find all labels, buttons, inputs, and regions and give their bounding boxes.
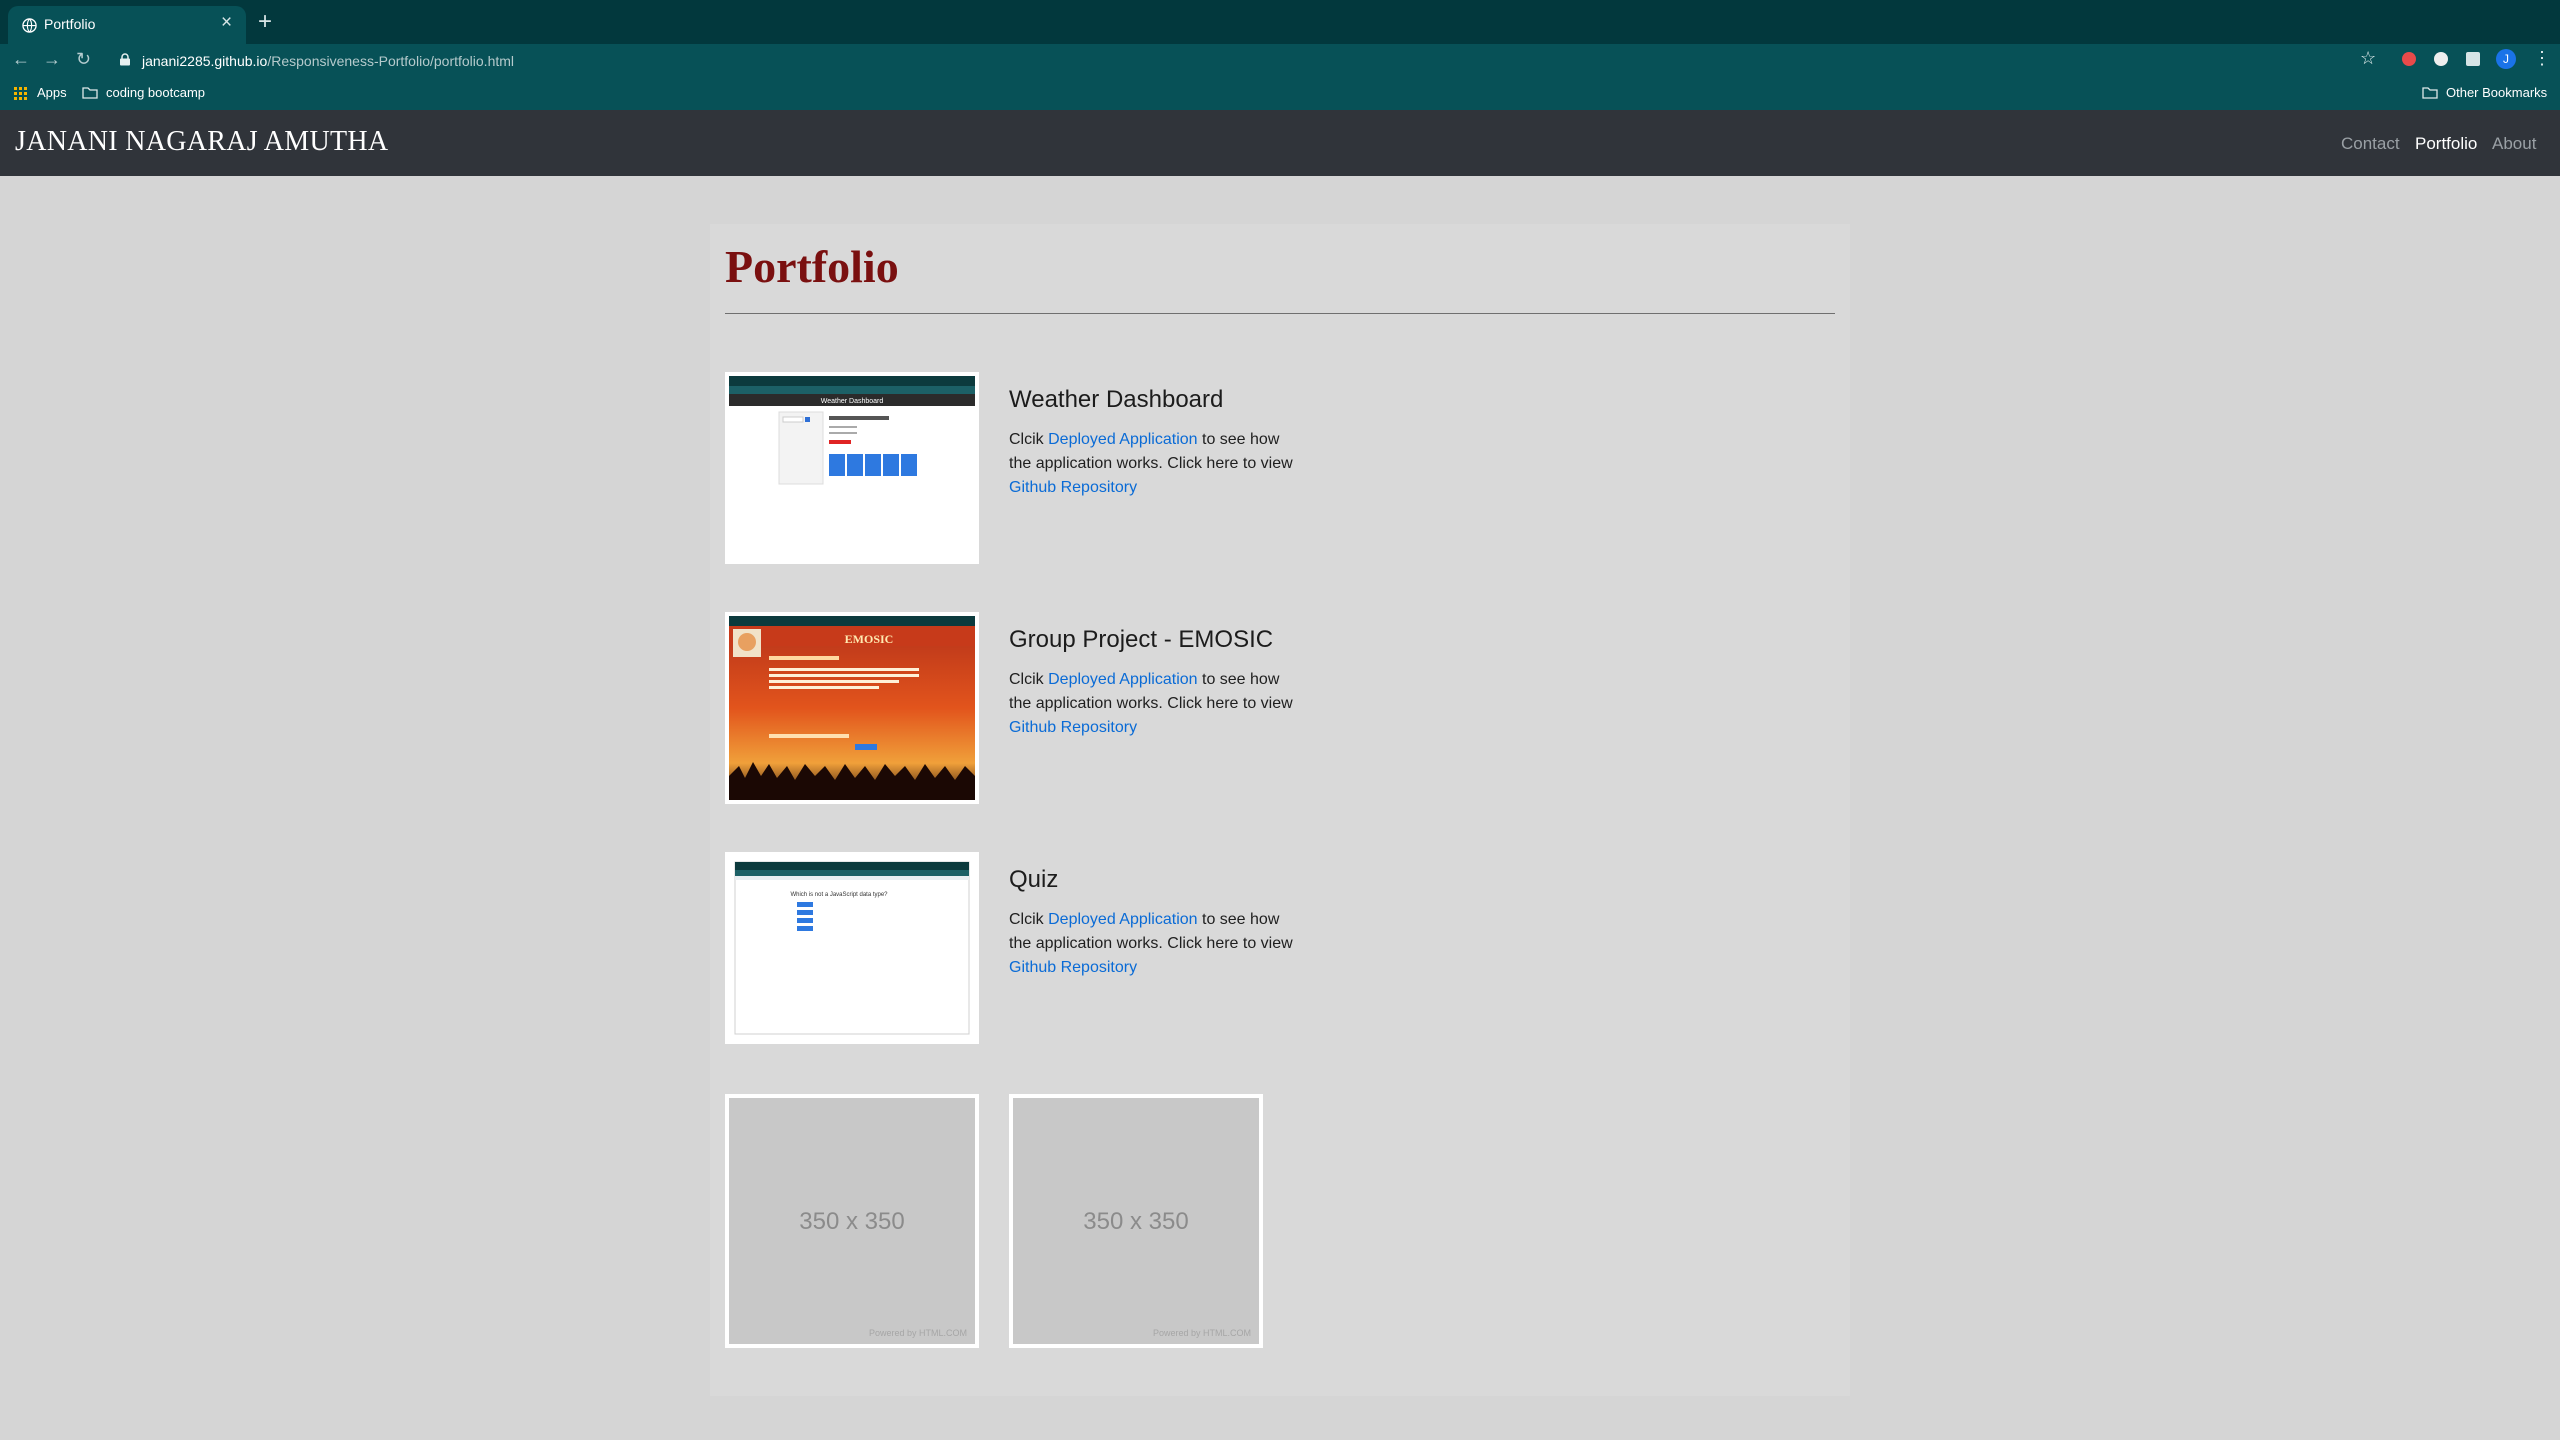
bookmark-apps[interactable]: Apps xyxy=(37,85,67,100)
emosic-screenshot: EMOSIC xyxy=(729,616,975,800)
browser-toolbar: ← → ↻ janani2285.github.io/Responsivenes… xyxy=(0,44,2560,76)
quiz-screenshot: Which is not a JavaScript data type? xyxy=(729,856,975,1040)
address-bar[interactable]: janani2285.github.io/Responsiveness-Port… xyxy=(112,47,2362,73)
bookmark-coding-bootcamp[interactable]: coding bootcamp xyxy=(106,85,205,100)
back-arrow-icon[interactable]: ← xyxy=(12,49,30,69)
bookmark-other[interactable]: Other Bookmarks xyxy=(2446,85,2547,100)
puzzle-icon[interactable] xyxy=(2466,52,2480,66)
deployed-application-link[interactable]: Deployed Application xyxy=(1048,671,1197,688)
desc-text: Clcik xyxy=(1009,911,1049,928)
close-tab-icon[interactable]: × xyxy=(221,13,232,32)
project-card: Weather Dashboard Weather Dashboard Clci… xyxy=(725,372,1325,564)
github-repository-link[interactable]: Github Repository xyxy=(1009,959,1137,976)
portfolio-container: Portfolio Weather Dashboard Weather Dash… xyxy=(710,224,1850,1396)
github-repository-link[interactable]: Github Repository xyxy=(1009,479,1137,496)
site-navbar: JANANI NAGARAJ AMUTHA Contact Portfolio … xyxy=(0,110,2560,176)
project-title: Quiz xyxy=(1009,866,1059,893)
thumb-heading: EMOSIC xyxy=(845,632,894,646)
browser-tab[interactable]: Portfolio × xyxy=(8,6,246,44)
browser-tab-strip: Portfolio × + xyxy=(0,0,2560,44)
placeholder-label: 350 x 350 xyxy=(799,1208,905,1235)
bookmarks-bar: Apps coding bootcamp Other Bookmarks xyxy=(0,76,2560,110)
deployed-application-link[interactable]: Deployed Application xyxy=(1048,431,1197,448)
project-card: Which is not a JavaScript data type? Qui… xyxy=(725,852,1325,1044)
site-brand[interactable]: JANANI NAGARAJ AMUTHA xyxy=(15,126,388,158)
extension-icon[interactable] xyxy=(2434,52,2448,66)
profile-avatar[interactable]: J xyxy=(2496,49,2516,69)
project-description: Clcik Deployed Application to see how th… xyxy=(1009,668,1299,740)
bookmark-star-icon[interactable]: ☆ xyxy=(2360,48,2376,68)
url-text: janani2285.github.io/Responsiveness-Port… xyxy=(142,53,514,69)
project-title: Group Project - EMOSIC xyxy=(1009,626,1274,653)
placeholder-footer: Powered by HTML.COM xyxy=(868,1328,967,1338)
project-card: EMOSIC Group Project - EMOSIC Clcik Depl… xyxy=(725,612,1325,804)
nav-link-contact[interactable]: Contact xyxy=(2341,134,2400,154)
url-path: /Responsiveness-Portfolio/portfolio.html xyxy=(267,53,515,69)
forward-arrow-icon[interactable]: → xyxy=(43,49,61,69)
menu-dots-icon[interactable]: ⋮ xyxy=(2533,48,2551,68)
placeholder-image: 350 x 350 Powered by HTML.COM xyxy=(725,1094,979,1348)
github-repository-link[interactable]: Github Repository xyxy=(1009,719,1137,736)
desc-text: Clcik xyxy=(1009,431,1049,448)
tab-title: Portfolio xyxy=(44,16,96,32)
project-description: Clcik Deployed Application to see how th… xyxy=(1009,428,1299,500)
placeholder-label: 350 x 350 xyxy=(1083,1208,1189,1235)
weather-dashboard-screenshot: Weather Dashboard xyxy=(729,376,975,560)
project-title: Weather Dashboard xyxy=(1009,386,1224,413)
globe-icon xyxy=(22,18,37,33)
placeholder-footer: Powered by HTML.COM xyxy=(1152,1328,1251,1338)
project-thumbnail[interactable]: EMOSIC xyxy=(725,612,979,804)
nav-link-portfolio[interactable]: Portfolio xyxy=(2415,134,2477,154)
desc-text: Clcik xyxy=(1009,671,1049,688)
nav-link-about[interactable]: About xyxy=(2492,134,2536,154)
folder-icon xyxy=(82,87,98,99)
project-thumbnail[interactable]: Weather Dashboard xyxy=(725,372,979,564)
extension-icon[interactable] xyxy=(2402,52,2416,66)
folder-icon xyxy=(2422,87,2438,99)
deployed-application-link[interactable]: Deployed Application xyxy=(1048,911,1197,928)
title-divider xyxy=(725,313,1835,314)
apps-grid-icon xyxy=(14,87,27,100)
thumb-heading: Which is not a JavaScript data type? xyxy=(790,892,888,898)
url-host: janani2285.github.io xyxy=(142,53,268,69)
page-title: Portfolio xyxy=(725,241,899,292)
new-tab-icon[interactable]: + xyxy=(258,10,272,34)
thumb-heading: Weather Dashboard xyxy=(821,398,884,405)
lock-icon xyxy=(120,53,130,66)
placeholder-image: 350 x 350 Powered by HTML.COM xyxy=(1009,1094,1263,1348)
reload-icon[interactable]: ↻ xyxy=(76,49,91,69)
project-thumbnail[interactable]: Which is not a JavaScript data type? xyxy=(725,852,979,1044)
project-description: Clcik Deployed Application to see how th… xyxy=(1009,908,1299,980)
